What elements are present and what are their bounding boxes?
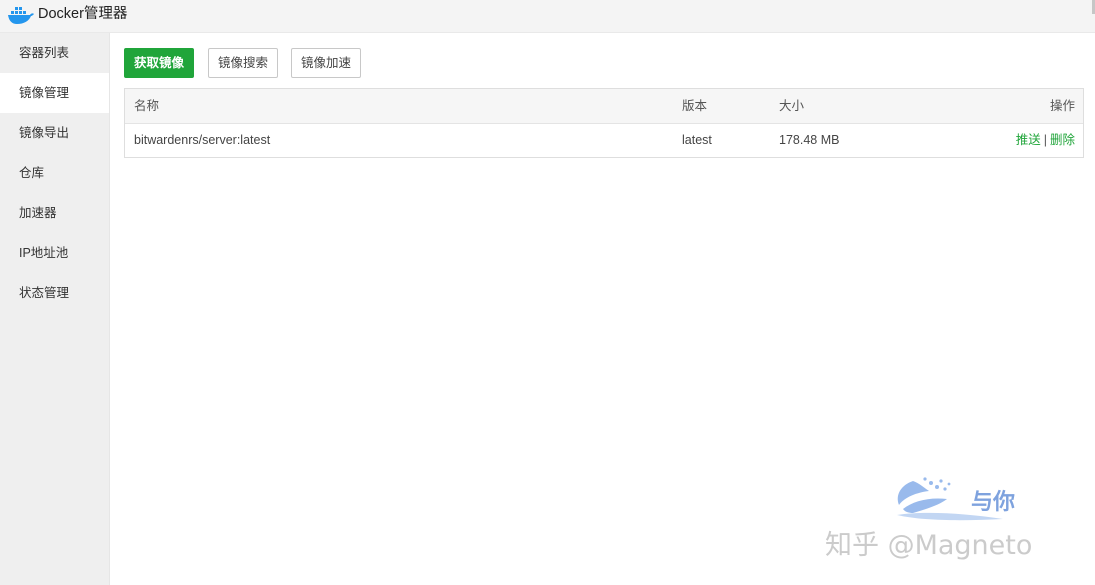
pull-image-button[interactable]: 获取镜像 — [124, 48, 194, 78]
sidebar-item-ip-pool[interactable]: IP地址池 — [0, 233, 109, 273]
table-header: 名称 版本 大小 操作 — [125, 89, 1083, 124]
action-separator: | — [1043, 133, 1047, 147]
title-bar: Docker管理器 — [0, 0, 1095, 33]
image-size-cell: 178.48 MB — [779, 133, 840, 147]
table-row: bitwardenrs/server:latest latest 178.48 … — [125, 124, 1083, 157]
image-version-cell: latest — [682, 133, 712, 147]
push-link[interactable]: 推送 — [1016, 133, 1041, 147]
main-panel: 获取镜像 镜像搜索 镜像加速 名称 版本 大小 操作 bitwardenrs/s… — [110, 33, 1095, 585]
image-accelerate-button[interactable]: 镜像加速 — [291, 48, 361, 78]
sidebar-item-image-export[interactable]: 镜像导出 — [0, 113, 109, 153]
image-search-button[interactable]: 镜像搜索 — [208, 48, 278, 78]
column-header-version: 版本 — [682, 99, 708, 113]
column-header-name: 名称 — [134, 99, 160, 113]
sidebar-item-status-management[interactable]: 状态管理 — [0, 273, 109, 313]
sidebar-item-image-management[interactable]: 镜像管理 — [0, 73, 109, 113]
docker-whale-icon — [8, 7, 34, 24]
delete-link[interactable]: 删除 — [1050, 133, 1075, 147]
sidebar: 容器列表 镜像管理 镜像导出 仓库 加速器 IP地址池 状态管理 — [0, 33, 110, 585]
sidebar-item-container-list[interactable]: 容器列表 — [0, 33, 109, 73]
image-table: 名称 版本 大小 操作 bitwardenrs/server:latest la… — [124, 88, 1084, 158]
column-header-size: 大小 — [779, 99, 805, 113]
column-header-ops: 操作 — [1049, 99, 1075, 113]
sidebar-item-repository[interactable]: 仓库 — [0, 153, 109, 193]
image-name-cell: bitwardenrs/server:latest — [134, 133, 271, 147]
row-actions: 推送 | 删除 — [1016, 124, 1075, 157]
sidebar-item-accelerator[interactable]: 加速器 — [0, 193, 109, 233]
app-title: Docker管理器 — [38, 6, 128, 22]
